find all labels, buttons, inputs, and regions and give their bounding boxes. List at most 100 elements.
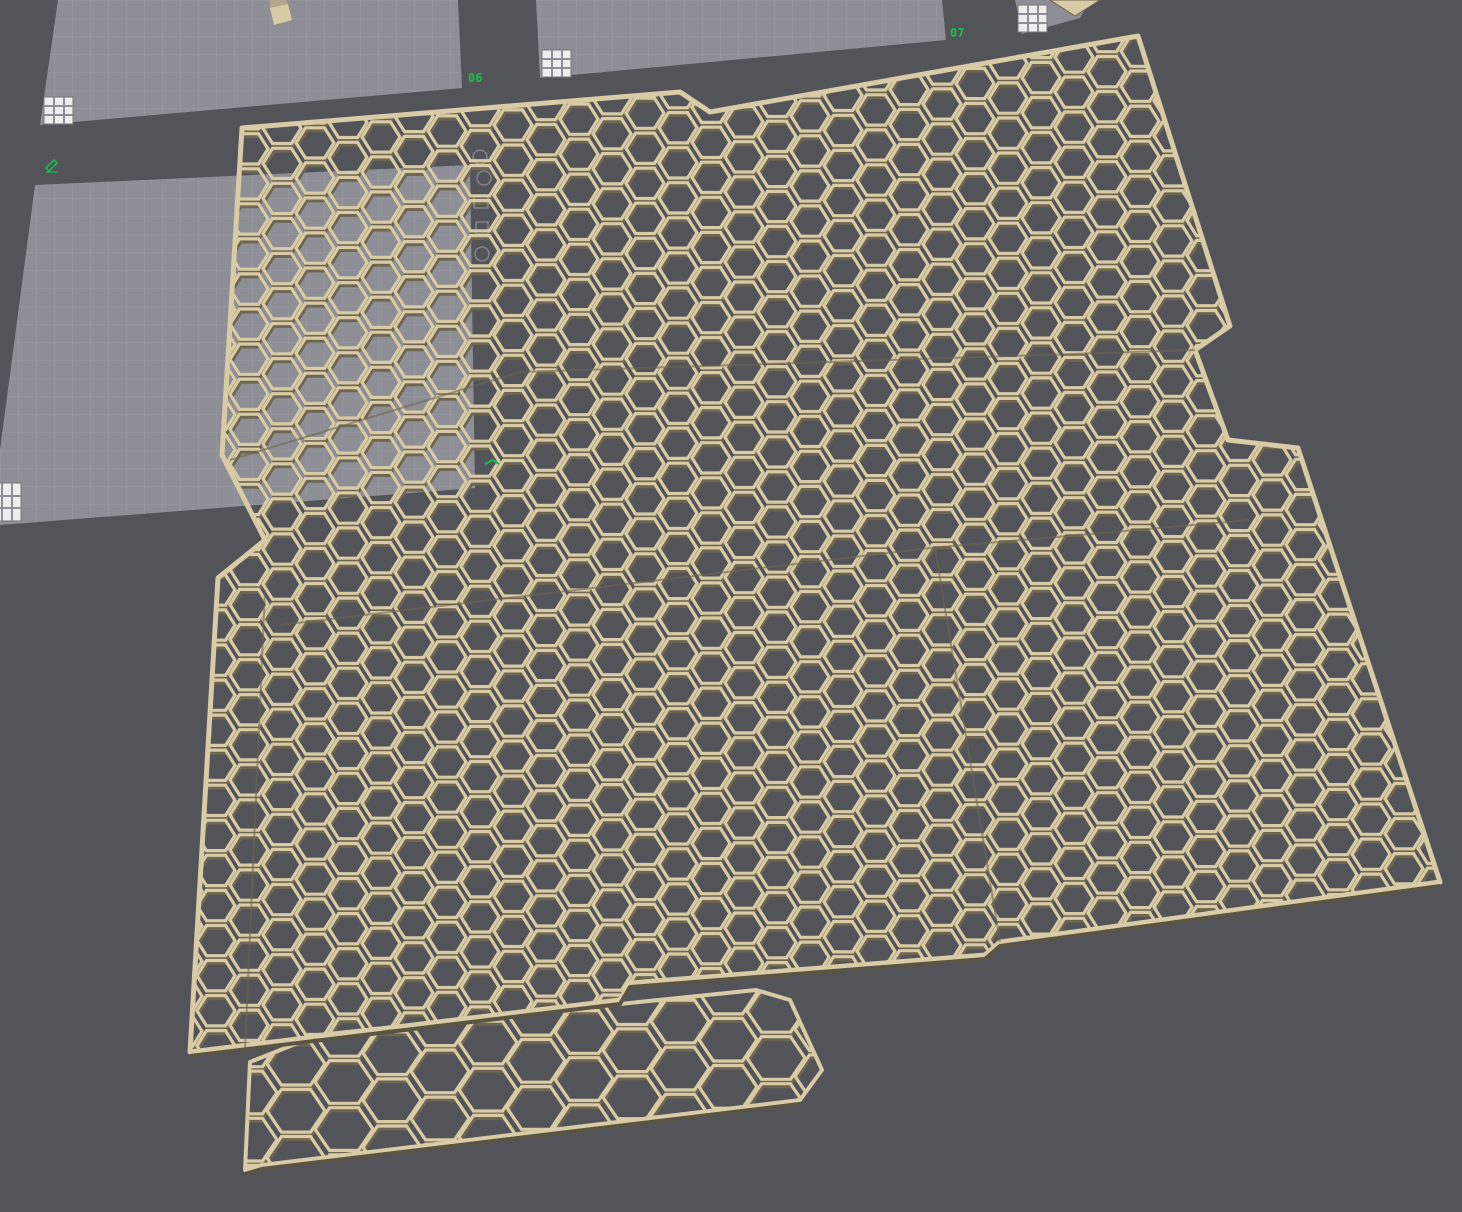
hex-cell — [1187, 766, 1225, 796]
hex-cell — [857, 621, 895, 651]
hex-cell — [1022, 623, 1060, 653]
hex-cell — [857, 270, 895, 300]
hex-cell-shadow — [701, 1116, 759, 1159]
hex-cell-shadow — [1321, 91, 1359, 121]
hex-cell — [494, 881, 532, 911]
hex-cell — [659, 779, 697, 809]
hex-cell — [1154, 506, 1192, 536]
hex-cell — [164, 1016, 202, 1046]
hex-cell — [230, 765, 268, 795]
hex-cell — [1286, 950, 1324, 980]
hex-cell — [1385, 12, 1423, 42]
hex-cell — [791, 136, 829, 166]
hex-cell — [1451, 988, 1462, 1018]
target-icon[interactable] — [475, 247, 489, 261]
hex-cell-shadow — [133, 864, 171, 894]
plate-grid-icon[interactable] — [1018, 5, 1047, 32]
hex-cell — [527, 650, 565, 680]
hex-cell — [1121, 211, 1159, 241]
hex-cell — [329, 563, 367, 593]
hex-cell-shadow — [1453, 9, 1462, 39]
hex-cell-shadow — [1288, 42, 1326, 72]
hex-cell — [1121, 1018, 1159, 1048]
hex-cell — [197, 961, 235, 991]
hex-cell — [1319, 369, 1357, 399]
hex-cell — [329, 773, 367, 803]
hex-cell — [1286, 775, 1324, 805]
hex-cell — [1253, 199, 1291, 229]
hex-cell — [131, 1107, 169, 1137]
hex-cell — [1451, 287, 1462, 317]
hex-cell — [395, 908, 433, 938]
hex-cell — [1055, 1024, 1093, 1054]
hex-cell-shadow — [1321, 302, 1359, 332]
hex-cell — [1187, 696, 1225, 726]
hex-cell — [1121, 246, 1159, 276]
hex-cell-shadow — [1255, 97, 1293, 127]
hex-cell — [263, 744, 301, 774]
hex-cell — [890, 986, 928, 1016]
hex-cell-shadow — [727, 75, 765, 105]
hex-cell — [725, 878, 763, 908]
3d-viewport[interactable]: 06 07 — [0, 0, 1462, 1208]
hex-cell — [461, 726, 499, 756]
plate-grid-icon[interactable] — [0, 483, 21, 521]
hex-cell — [626, 414, 664, 444]
hex-cell — [560, 244, 598, 274]
hex-cell — [824, 396, 862, 426]
hex-cell — [1319, 439, 1357, 469]
hex-cell — [824, 816, 862, 846]
build-plate-07[interactable] — [536, 0, 946, 78]
hex-cell — [1451, 918, 1462, 948]
hex-cell — [1022, 764, 1060, 794]
pencil-icon[interactable] — [46, 160, 58, 172]
hex-cell — [593, 434, 631, 464]
hex-cell — [1253, 340, 1291, 370]
hex-cell — [263, 499, 301, 529]
hex-cell — [461, 551, 499, 581]
hex-cell-shadow — [1090, 971, 1128, 1001]
hex-cell-shadow — [1255, 27, 1293, 57]
hex-cell — [1253, 305, 1291, 335]
settings-icon[interactable] — [477, 171, 491, 185]
hex-cell — [692, 618, 730, 648]
hex-cell — [824, 221, 862, 251]
hex-cell — [1385, 293, 1423, 323]
hex-cell-shadow — [1024, 1047, 1062, 1077]
hex-cell-shadow — [1453, 44, 1462, 74]
hex-cell — [131, 826, 169, 856]
hex-cell — [791, 907, 829, 937]
hex-cell — [395, 662, 433, 692]
hex-cell-shadow — [133, 899, 171, 929]
hex-cell — [263, 569, 301, 599]
plate-grid-icon[interactable] — [542, 50, 571, 77]
hex-cell — [1220, 220, 1258, 250]
hex-cell-shadow — [1321, 267, 1359, 297]
hex-cell — [1121, 807, 1159, 837]
hex-cell-shadow — [892, 42, 930, 72]
hex-cell — [1418, 693, 1456, 723]
hex-cell — [1220, 150, 1258, 180]
hex-cell — [1187, 626, 1225, 656]
hex-cell — [197, 996, 235, 1026]
hex-cell-shadow — [1453, 150, 1462, 180]
hex-cell — [824, 887, 862, 917]
hex-cell — [659, 1059, 697, 1089]
hex-cell — [527, 826, 565, 856]
hex-cell — [956, 384, 994, 414]
hex-cell — [1187, 30, 1225, 60]
hex-cell-shadow — [1453, 570, 1462, 600]
hex-cell — [131, 756, 169, 786]
hex-cell — [1220, 500, 1258, 530]
build-plate-06[interactable] — [40, 0, 462, 125]
honeycomb-model[interactable] — [131, 0, 1462, 1208]
hex-cell — [1418, 272, 1456, 302]
hex-cell — [1088, 92, 1126, 122]
hex-cell-shadow — [1321, 197, 1359, 227]
hex-cell-shadow — [413, 1194, 471, 1208]
hex-cell-shadow — [1420, 906, 1458, 936]
hex-cell-shadow — [1255, 167, 1293, 197]
hex-cell — [1451, 743, 1462, 773]
plate-grid-icon[interactable] — [44, 97, 73, 124]
hex-cell — [560, 700, 598, 730]
